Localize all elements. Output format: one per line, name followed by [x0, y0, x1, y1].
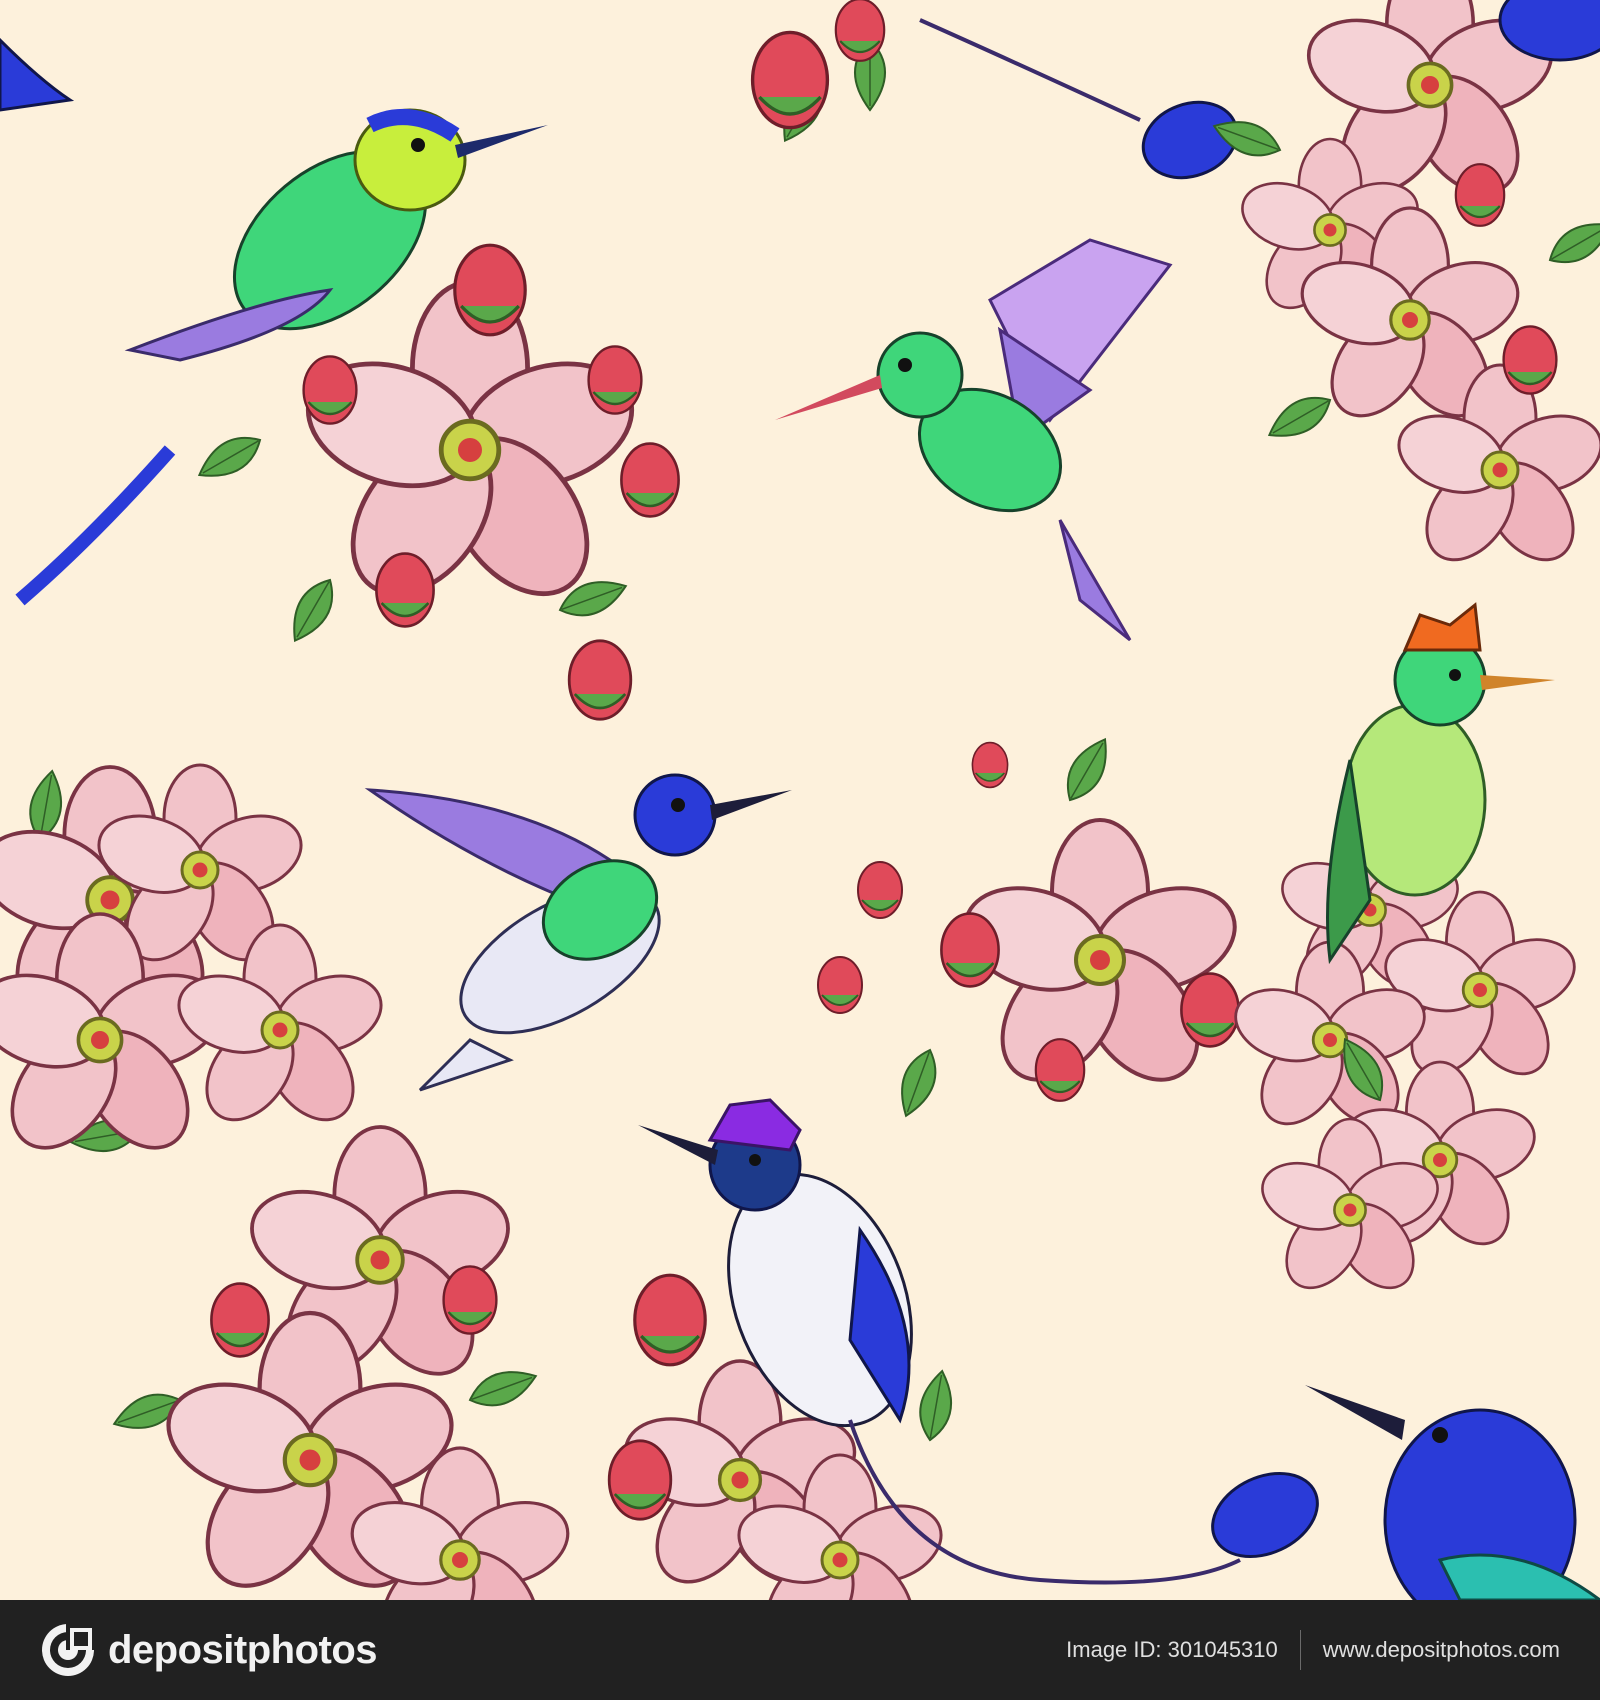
- depositphotos-logo[interactable]: depositphotos: [40, 1622, 378, 1678]
- flying-green-hummingbird: [775, 238, 1173, 642]
- image-id: 301045310: [1167, 1637, 1278, 1662]
- blossom-cluster-bottom-left: [108, 1125, 580, 1600]
- flying-blue-hummingbird: [364, 773, 792, 1092]
- blossom-cluster-center: [817, 730, 1250, 1122]
- image-id-label: Image ID:: [1066, 1637, 1162, 1662]
- divider: [1299, 1630, 1301, 1670]
- stock-image-page: depositphotos Image ID: 301045310 www.de…: [0, 0, 1600, 1700]
- image-meta: Image ID: 301045310 www.depositphotos.co…: [1066, 1630, 1560, 1670]
- blossom-cluster-left: [0, 763, 393, 1170]
- camera-logo-icon: [42, 1624, 96, 1676]
- hummingbird-blossom-pattern: [0, 0, 1600, 1600]
- blossom-cluster-top-center: [750, 0, 1239, 180]
- edge-bird-fragment: [0, 37, 75, 112]
- blossom-cluster-top-right: [1208, 0, 1600, 578]
- stock-footer: depositphotos Image ID: 301045310 www.de…: [0, 1600, 1600, 1700]
- crested-hummingbird: [1225, 602, 1585, 1304]
- site-url[interactable]: www.depositphotos.com: [1323, 1637, 1560, 1663]
- brand-name: depositphotos: [108, 1627, 378, 1672]
- purple-crested-hummingbird: [607, 1098, 1319, 1600]
- blue-hummingbird-bottom-right: [1305, 1385, 1600, 1600]
